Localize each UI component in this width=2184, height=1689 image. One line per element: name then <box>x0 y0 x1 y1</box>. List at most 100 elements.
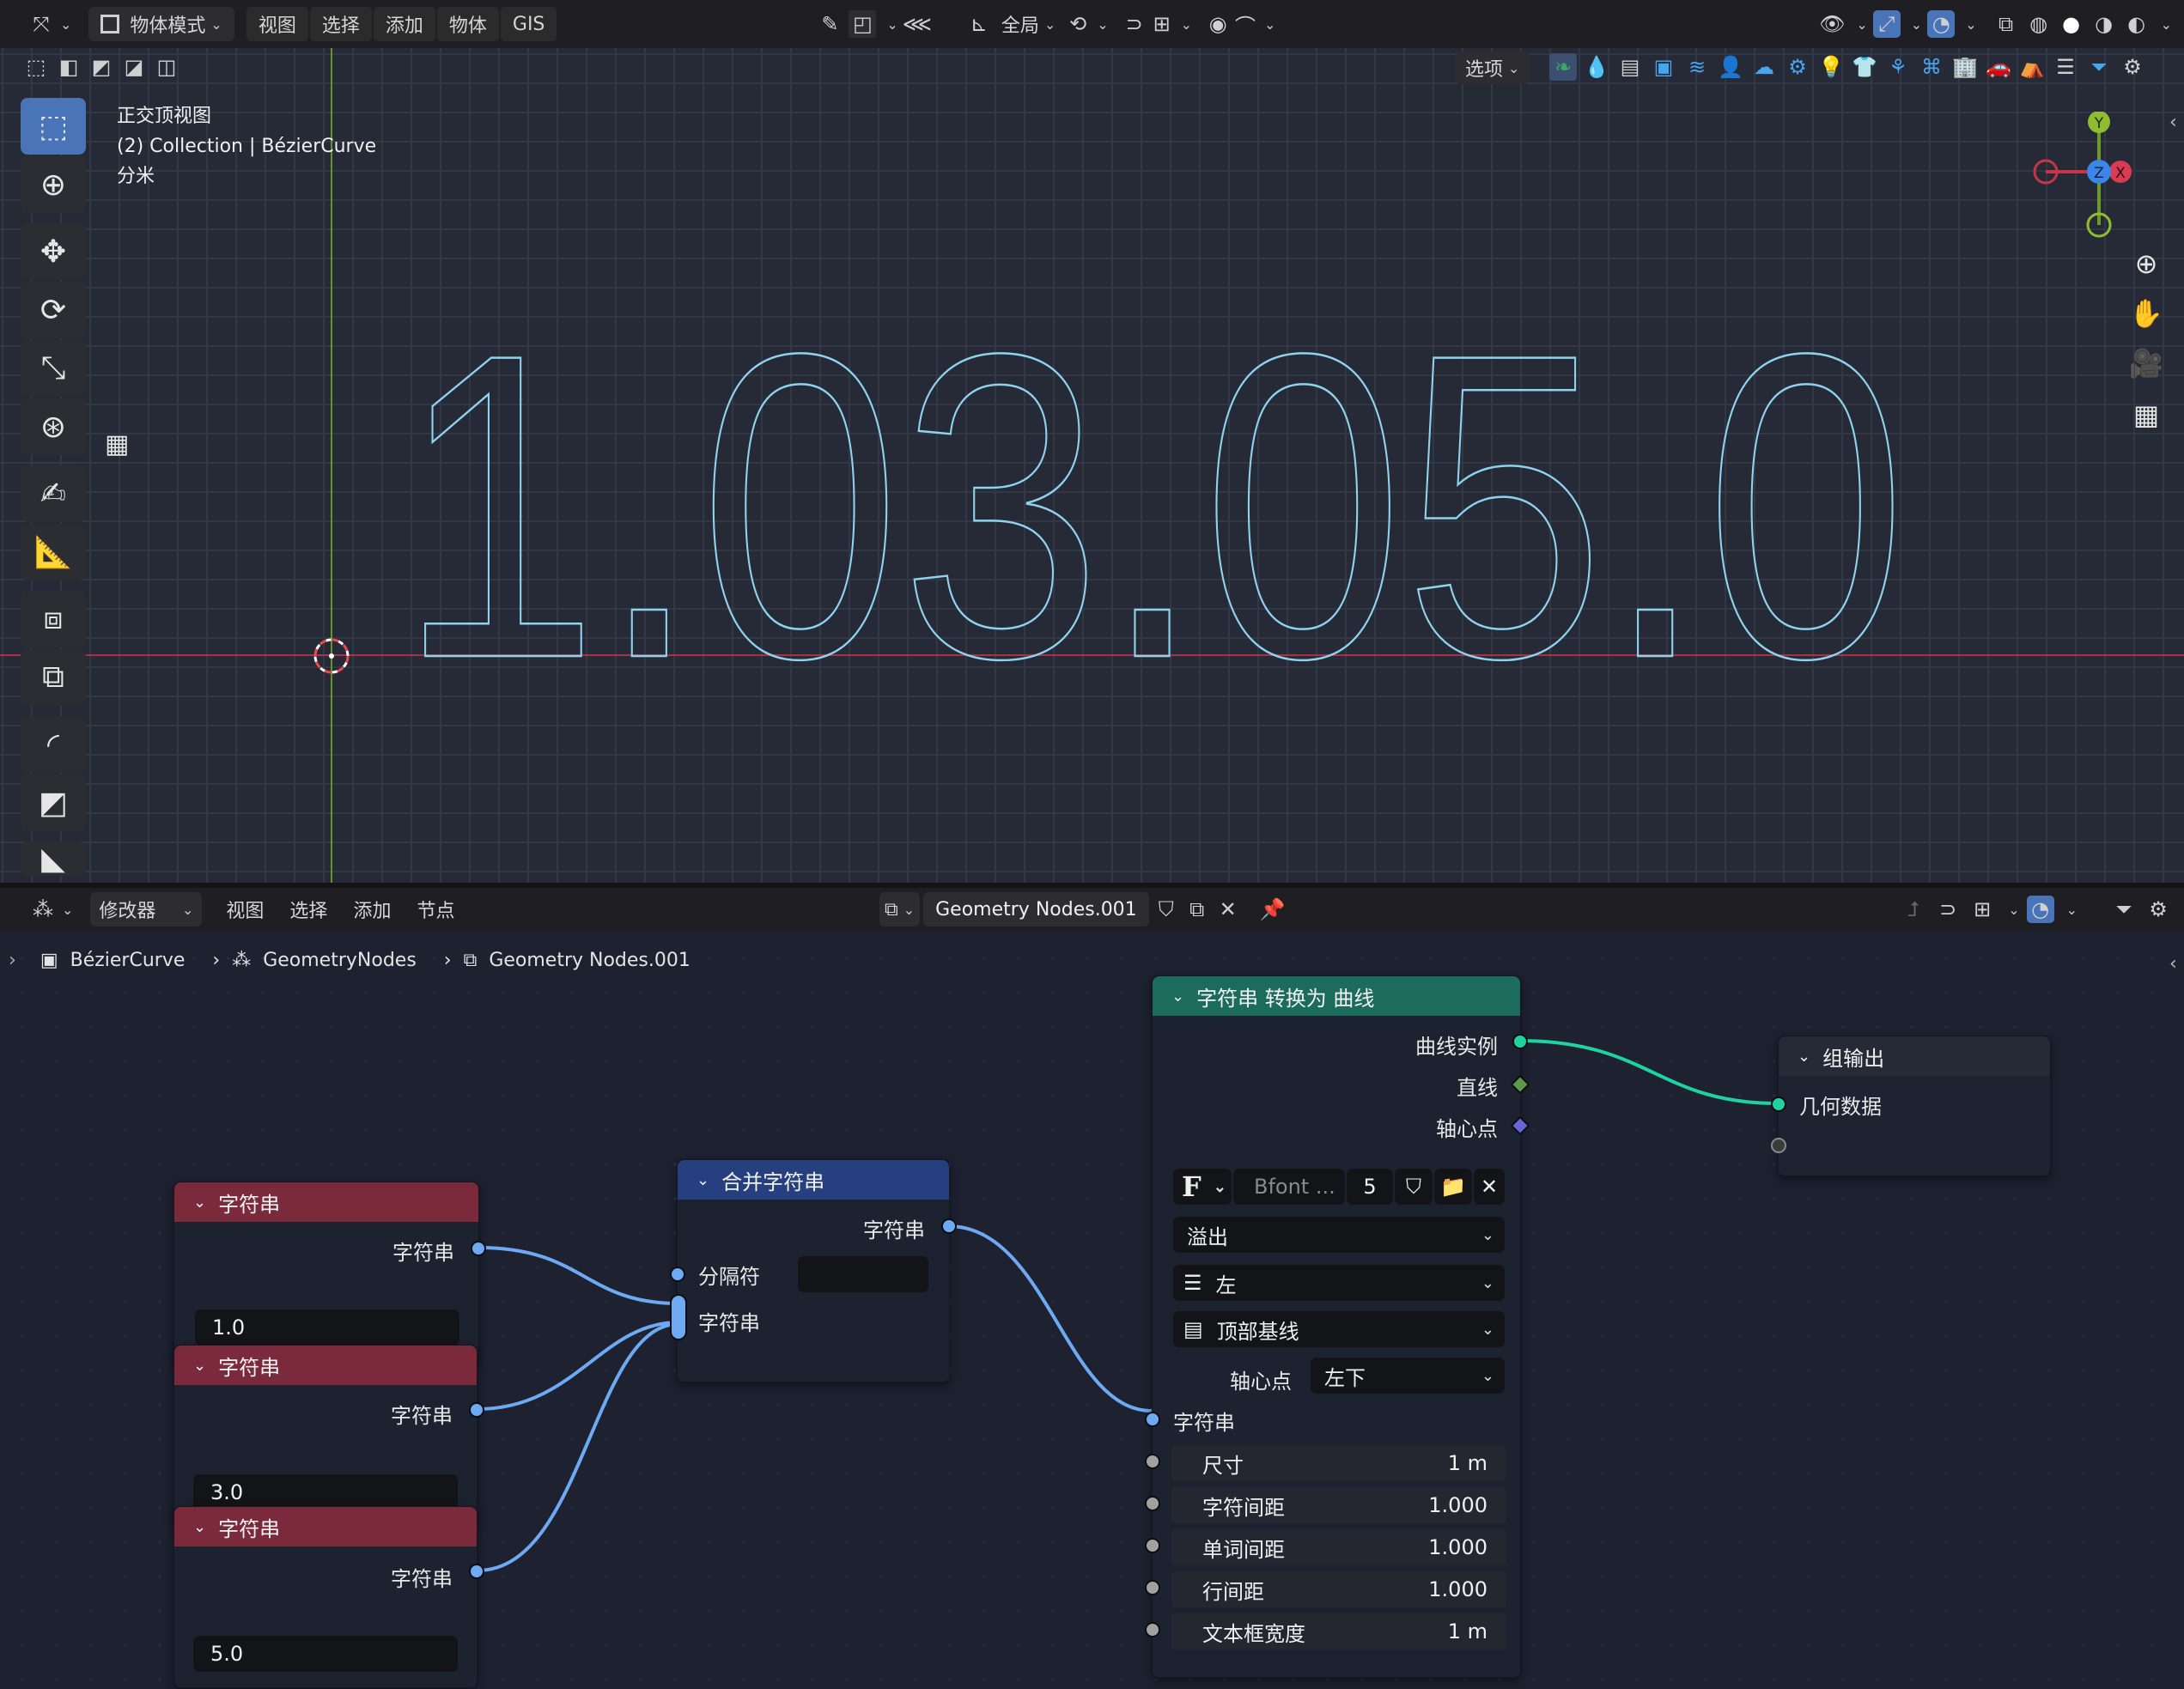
checker-icon[interactable]: ▦ <box>105 429 129 459</box>
font-name-field[interactable]: Bfont ... <box>1233 1169 1345 1205</box>
transform-orientation-dropdown[interactable]: 全局 ⌄ <box>993 7 1064 41</box>
overflow-dropdown[interactable]: 溢出 ⌄ <box>1173 1217 1505 1253</box>
string-output-socket[interactable] <box>941 1218 957 1234</box>
font-fake-user-button[interactable]: ⛉ <box>1395 1169 1433 1205</box>
navigation-gizmo[interactable]: Y X Z <box>2032 112 2132 240</box>
geometry-output-socket[interactable] <box>1512 1034 1528 1049</box>
character-spacing-field[interactable]: 字符间距 1.000 <box>1171 1487 1506 1523</box>
word-spacing-input-socket[interactable] <box>1145 1538 1160 1553</box>
draw-mode-icon[interactable]: ◰ <box>849 10 877 38</box>
3d-viewport[interactable]: 1.03.05.0 ⤧ ⌄ 物体模式 ⌄ 视图 选择 添加 物体 GIS ✎ ◰ … <box>0 0 2184 883</box>
menu-object[interactable]: 物体 <box>436 7 499 41</box>
tool-select-box[interactable]: ⬚ <box>21 98 86 155</box>
window-icon[interactable]: ▤ <box>1616 53 1644 81</box>
falloff-icon[interactable]: ⌒ <box>1232 10 1259 39</box>
line-spacing-input-socket[interactable] <box>1145 1580 1160 1595</box>
wave-icon[interactable]: ≋ <box>1683 53 1711 81</box>
tree-icon[interactable]: ⚘ <box>1884 53 1912 81</box>
font-browse-button[interactable]: F ⌄ <box>1173 1169 1232 1205</box>
leaf-icon[interactable]: ❧ <box>1549 53 1577 81</box>
nodes-icon[interactable]: ⌘ <box>1918 53 1945 81</box>
collapse-chevron-icon[interactable]: ⌄ <box>193 1357 206 1375</box>
editor-type-button[interactable]: ⤧ ⌄ <box>19 7 80 41</box>
chevron-down-icon[interactable]: ⌄ <box>1856 16 1867 33</box>
tool-cursor[interactable]: ⊕ <box>21 156 86 213</box>
car-icon[interactable]: 🚗 <box>1985 53 2012 81</box>
list-icon[interactable]: ☰ <box>2052 53 2079 81</box>
visibility-icon[interactable]: 👁 <box>1818 10 1846 38</box>
font-open-button[interactable]: 📁 <box>1434 1169 1472 1205</box>
tool-scale[interactable]: ⤡ <box>21 340 86 397</box>
tool-curve[interactable]: ◜ <box>21 716 86 773</box>
lightbulb-icon[interactable]: 💡 <box>1817 53 1845 81</box>
font-unlink-button[interactable]: ✕ <box>1474 1169 1505 1205</box>
string-value-field[interactable]: 5.0 <box>193 1636 458 1672</box>
tool-annotate[interactable]: ✍ <box>21 465 86 522</box>
chevron-down-icon[interactable]: ⌄ <box>886 16 897 33</box>
collapse-chevron-icon[interactable]: ⌄ <box>193 1194 206 1212</box>
solid-shading-icon[interactable]: ● <box>2058 10 2085 38</box>
chevron-down-icon[interactable]: ⌄ <box>1097 16 1108 33</box>
tool-rotate[interactable]: ⟳ <box>21 282 86 338</box>
water-drop-icon[interactable]: 💧 <box>1583 53 1610 81</box>
join-strings-node[interactable]: ⌄ 合并字符串 字符串 分隔符 字符串 <box>670 1159 957 1382</box>
select-box-icon[interactable]: ⬚ <box>22 53 50 81</box>
empty-input-socket[interactable] <box>1771 1138 1786 1153</box>
gear-icon[interactable]: ⚙ <box>2119 53 2146 81</box>
string-input-socket[interactable] <box>1145 1412 1160 1427</box>
person-icon[interactable]: 👤 <box>1717 53 1744 81</box>
grease-pencil-icon[interactable]: ⋘ <box>903 10 932 38</box>
align-x-dropdown[interactable]: ☰ 左 ⌄ <box>1173 1265 1505 1301</box>
word-spacing-field[interactable]: 单词间距 1.000 <box>1171 1529 1506 1565</box>
align-y-dropdown[interactable]: ▤ 顶部基线 ⌄ <box>1173 1311 1505 1347</box>
tool-extra[interactable]: ◣ <box>21 841 86 876</box>
hand-icon[interactable]: ✋ <box>2126 294 2166 333</box>
string-node-2[interactable]: ⌄ 字符串 字符串 3.0 <box>173 1345 484 1527</box>
menu-add[interactable]: 添加 <box>373 7 435 41</box>
wheel-icon[interactable]: ⚙ <box>1784 53 1811 81</box>
font-users-count[interactable]: 5 <box>1347 1169 1393 1205</box>
sidebar-toggle-icon[interactable]: ‹ <box>2169 112 2177 133</box>
tool-measure[interactable]: 📐 <box>21 524 86 580</box>
tent-icon[interactable]: ⛺ <box>2018 53 2046 81</box>
camera-icon[interactable]: 🎥 <box>2126 343 2166 383</box>
collapse-chevron-icon[interactable]: ⌄ <box>193 1518 206 1536</box>
group-output-header[interactable]: ⌄ 组输出 <box>1779 1036 2050 1076</box>
collapse-chevron-icon[interactable]: ⌄ <box>697 1171 709 1189</box>
snap-icon[interactable]: ⊃ <box>1121 10 1148 38</box>
tool-add-cube[interactable]: ⧈ <box>21 591 86 647</box>
frame-icon[interactable]: ▣ <box>1650 53 1677 81</box>
snap-target-icon[interactable]: ⊞ <box>1148 10 1176 38</box>
filter-icon[interactable]: ⏷ <box>2085 53 2113 81</box>
select-extend-icon[interactable]: ◧ <box>55 53 82 81</box>
wireframe-shading-icon[interactable]: ◍ <box>2025 10 2053 38</box>
chevron-down-icon[interactable]: ⌄ <box>1181 16 1192 33</box>
string-output-socket[interactable] <box>469 1402 484 1418</box>
string-output-socket[interactable] <box>471 1241 486 1256</box>
grid-view-icon[interactable]: ▦ <box>2126 395 2166 434</box>
string-node-header[interactable]: ⌄ 字符串 <box>174 1346 477 1385</box>
chevron-down-icon[interactable]: ⌄ <box>2161 16 2172 33</box>
size-input-socket[interactable] <box>1145 1454 1160 1469</box>
chevron-down-icon[interactable]: ⌄ <box>1264 16 1275 33</box>
text-box-width-input-socket[interactable] <box>1145 1622 1160 1637</box>
select-subtract-icon[interactable]: ◩ <box>88 53 115 81</box>
select-intersect-icon[interactable]: ◫ <box>153 53 180 81</box>
tool-move[interactable]: ✥ <box>21 223 86 280</box>
options-dropdown[interactable]: 选项 ⌄ <box>1455 52 1530 84</box>
group-output-node[interactable]: ⌄ 组输出 几何数据 <box>1771 1036 2051 1176</box>
collapse-chevron-icon[interactable]: ⌄ <box>1798 1048 1810 1066</box>
pivot-mode-dropdown[interactable]: 左下 ⌄ <box>1311 1358 1505 1394</box>
string-node-header[interactable]: ⌄ 字符串 <box>174 1507 477 1546</box>
overlay-toggle-icon[interactable]: ◔ <box>1927 10 1956 38</box>
gizmo-toggle-icon[interactable]: ⤢ <box>1872 10 1901 38</box>
menu-view[interactable]: 视图 <box>246 7 308 41</box>
building-icon[interactable]: 🏢 <box>1951 53 1979 81</box>
menu-select[interactable]: 选择 <box>309 7 372 41</box>
string-node-header[interactable]: ⌄ 字符串 <box>174 1182 478 1222</box>
3d-cursor-icon[interactable] <box>313 638 350 674</box>
delimiter-input-socket[interactable] <box>670 1267 685 1282</box>
geometry-input-socket[interactable] <box>1771 1097 1786 1112</box>
tool-transform[interactable]: ⊛ <box>21 398 86 455</box>
zoom-icon[interactable]: ⊕ <box>2126 244 2166 283</box>
